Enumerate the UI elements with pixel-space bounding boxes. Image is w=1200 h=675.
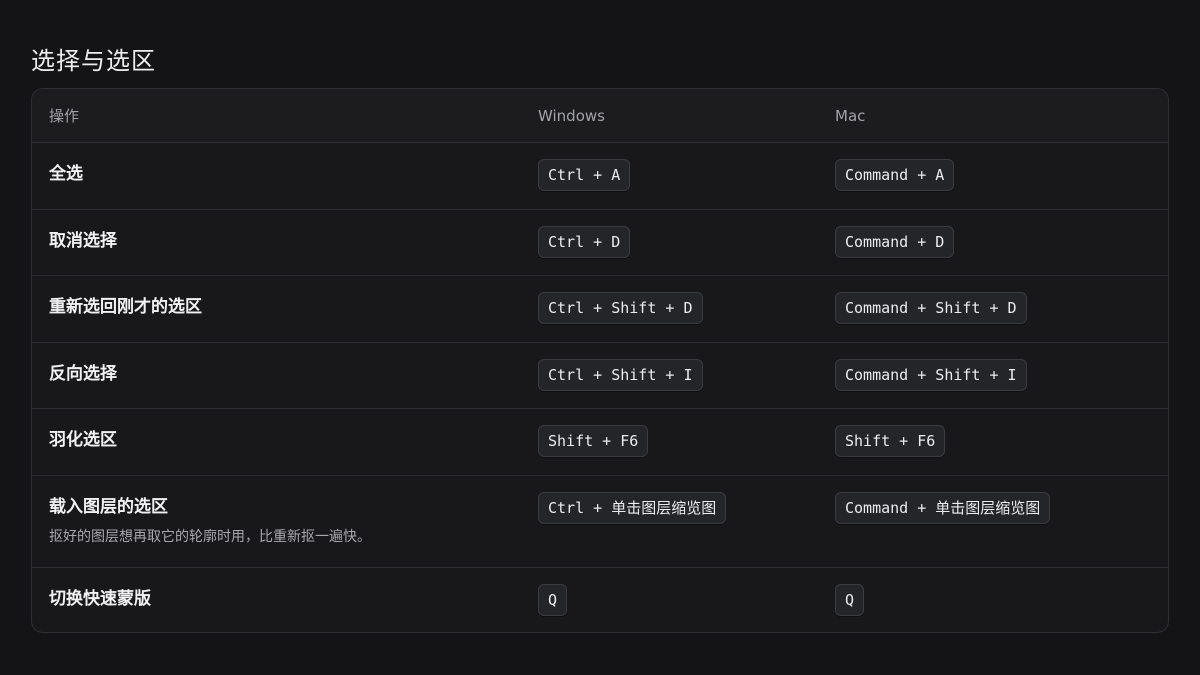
mac-shortcut-key: Shift + F6 xyxy=(835,425,946,457)
action-cell: 全选 xyxy=(32,143,538,209)
windows-shortcut-key: Ctrl + A xyxy=(538,159,631,191)
windows-cell: Q xyxy=(538,568,835,632)
action-cell: 载入图层的选区 抠好的图层想再取它的轮廓时用，比重新抠一遍快。 xyxy=(32,476,538,567)
action-name: 全选 xyxy=(49,164,83,184)
table-row: 载入图层的选区 抠好的图层想再取它的轮廓时用，比重新抠一遍快。 Ctrl + 单… xyxy=(32,476,1168,568)
action-name: 羽化选区 xyxy=(49,430,117,450)
action-name: 反向选择 xyxy=(49,364,117,384)
windows-cell: Ctrl + Shift + I xyxy=(538,343,835,408)
action-name: 取消选择 xyxy=(49,231,117,251)
section-title: 选择与选区 xyxy=(31,47,156,75)
windows-shortcut-key: Ctrl + Shift + I xyxy=(538,359,703,391)
mac-cell: Command + A xyxy=(835,143,1168,209)
header-mac: Mac xyxy=(835,106,866,125)
windows-shortcut-key: Q xyxy=(538,584,568,616)
mac-shortcut-key: Command + Shift + D xyxy=(835,292,1027,324)
table-row: 反向选择 Ctrl + Shift + I Command + Shift + … xyxy=(32,343,1168,409)
action-description: 抠好的图层想再取它的轮廓时用，比重新抠一遍快。 xyxy=(49,529,371,545)
table-row: 重新选回刚才的选区 Ctrl + Shift + D Command + Shi… xyxy=(32,276,1168,343)
table-row: 全选 Ctrl + A Command + A xyxy=(32,143,1168,210)
mac-shortcut-key: Command + 单击图层缩览图 xyxy=(835,492,1051,524)
header-windows: Windows xyxy=(538,106,605,125)
action-cell: 反向选择 xyxy=(32,343,538,408)
mac-cell: Command + Shift + D xyxy=(835,276,1168,342)
mac-shortcut-key: Command + A xyxy=(835,159,955,191)
mac-shortcut-key: Command + D xyxy=(835,226,955,258)
mac-cell: Shift + F6 xyxy=(835,409,1168,475)
table-header: 操作 Windows Mac xyxy=(32,89,1168,143)
windows-cell: Ctrl + 单击图层缩览图 xyxy=(538,476,835,567)
windows-shortcut-key: Ctrl + D xyxy=(538,226,631,258)
action-name: 切换快速蒙版 xyxy=(49,589,151,609)
windows-shortcut-key: Ctrl + 单击图层缩览图 xyxy=(538,492,727,524)
action-cell: 重新选回刚才的选区 xyxy=(32,276,538,342)
table-row: 切换快速蒙版 Q Q xyxy=(32,568,1168,632)
table-row: 羽化选区 Shift + F6 Shift + F6 xyxy=(32,409,1168,476)
mac-shortcut-key: Q xyxy=(835,584,865,616)
windows-shortcut-key: Ctrl + Shift + D xyxy=(538,292,703,324)
mac-cell: Command + Shift + I xyxy=(835,343,1168,408)
mac-cell: Command + D xyxy=(835,210,1168,275)
mac-shortcut-key: Command + Shift + I xyxy=(835,359,1027,391)
windows-shortcut-key: Shift + F6 xyxy=(538,425,649,457)
mac-cell: Command + 单击图层缩览图 xyxy=(835,476,1168,567)
header-action: 操作 xyxy=(49,107,80,125)
table-row: 取消选择 Ctrl + D Command + D xyxy=(32,210,1168,276)
windows-cell: Ctrl + Shift + D xyxy=(538,276,835,342)
windows-cell: Ctrl + A xyxy=(538,143,835,209)
mac-cell: Q xyxy=(835,568,1168,632)
windows-cell: Shift + F6 xyxy=(538,409,835,475)
windows-cell: Ctrl + D xyxy=(538,210,835,275)
action-name: 载入图层的选区 xyxy=(49,497,168,517)
action-cell: 羽化选区 xyxy=(32,409,538,475)
action-cell: 取消选择 xyxy=(32,210,538,275)
shortcut-table: 操作 Windows Mac 全选 Ctrl + A Command + A 取… xyxy=(31,88,1169,633)
action-cell: 切换快速蒙版 xyxy=(32,568,538,632)
action-name: 重新选回刚才的选区 xyxy=(49,297,202,317)
